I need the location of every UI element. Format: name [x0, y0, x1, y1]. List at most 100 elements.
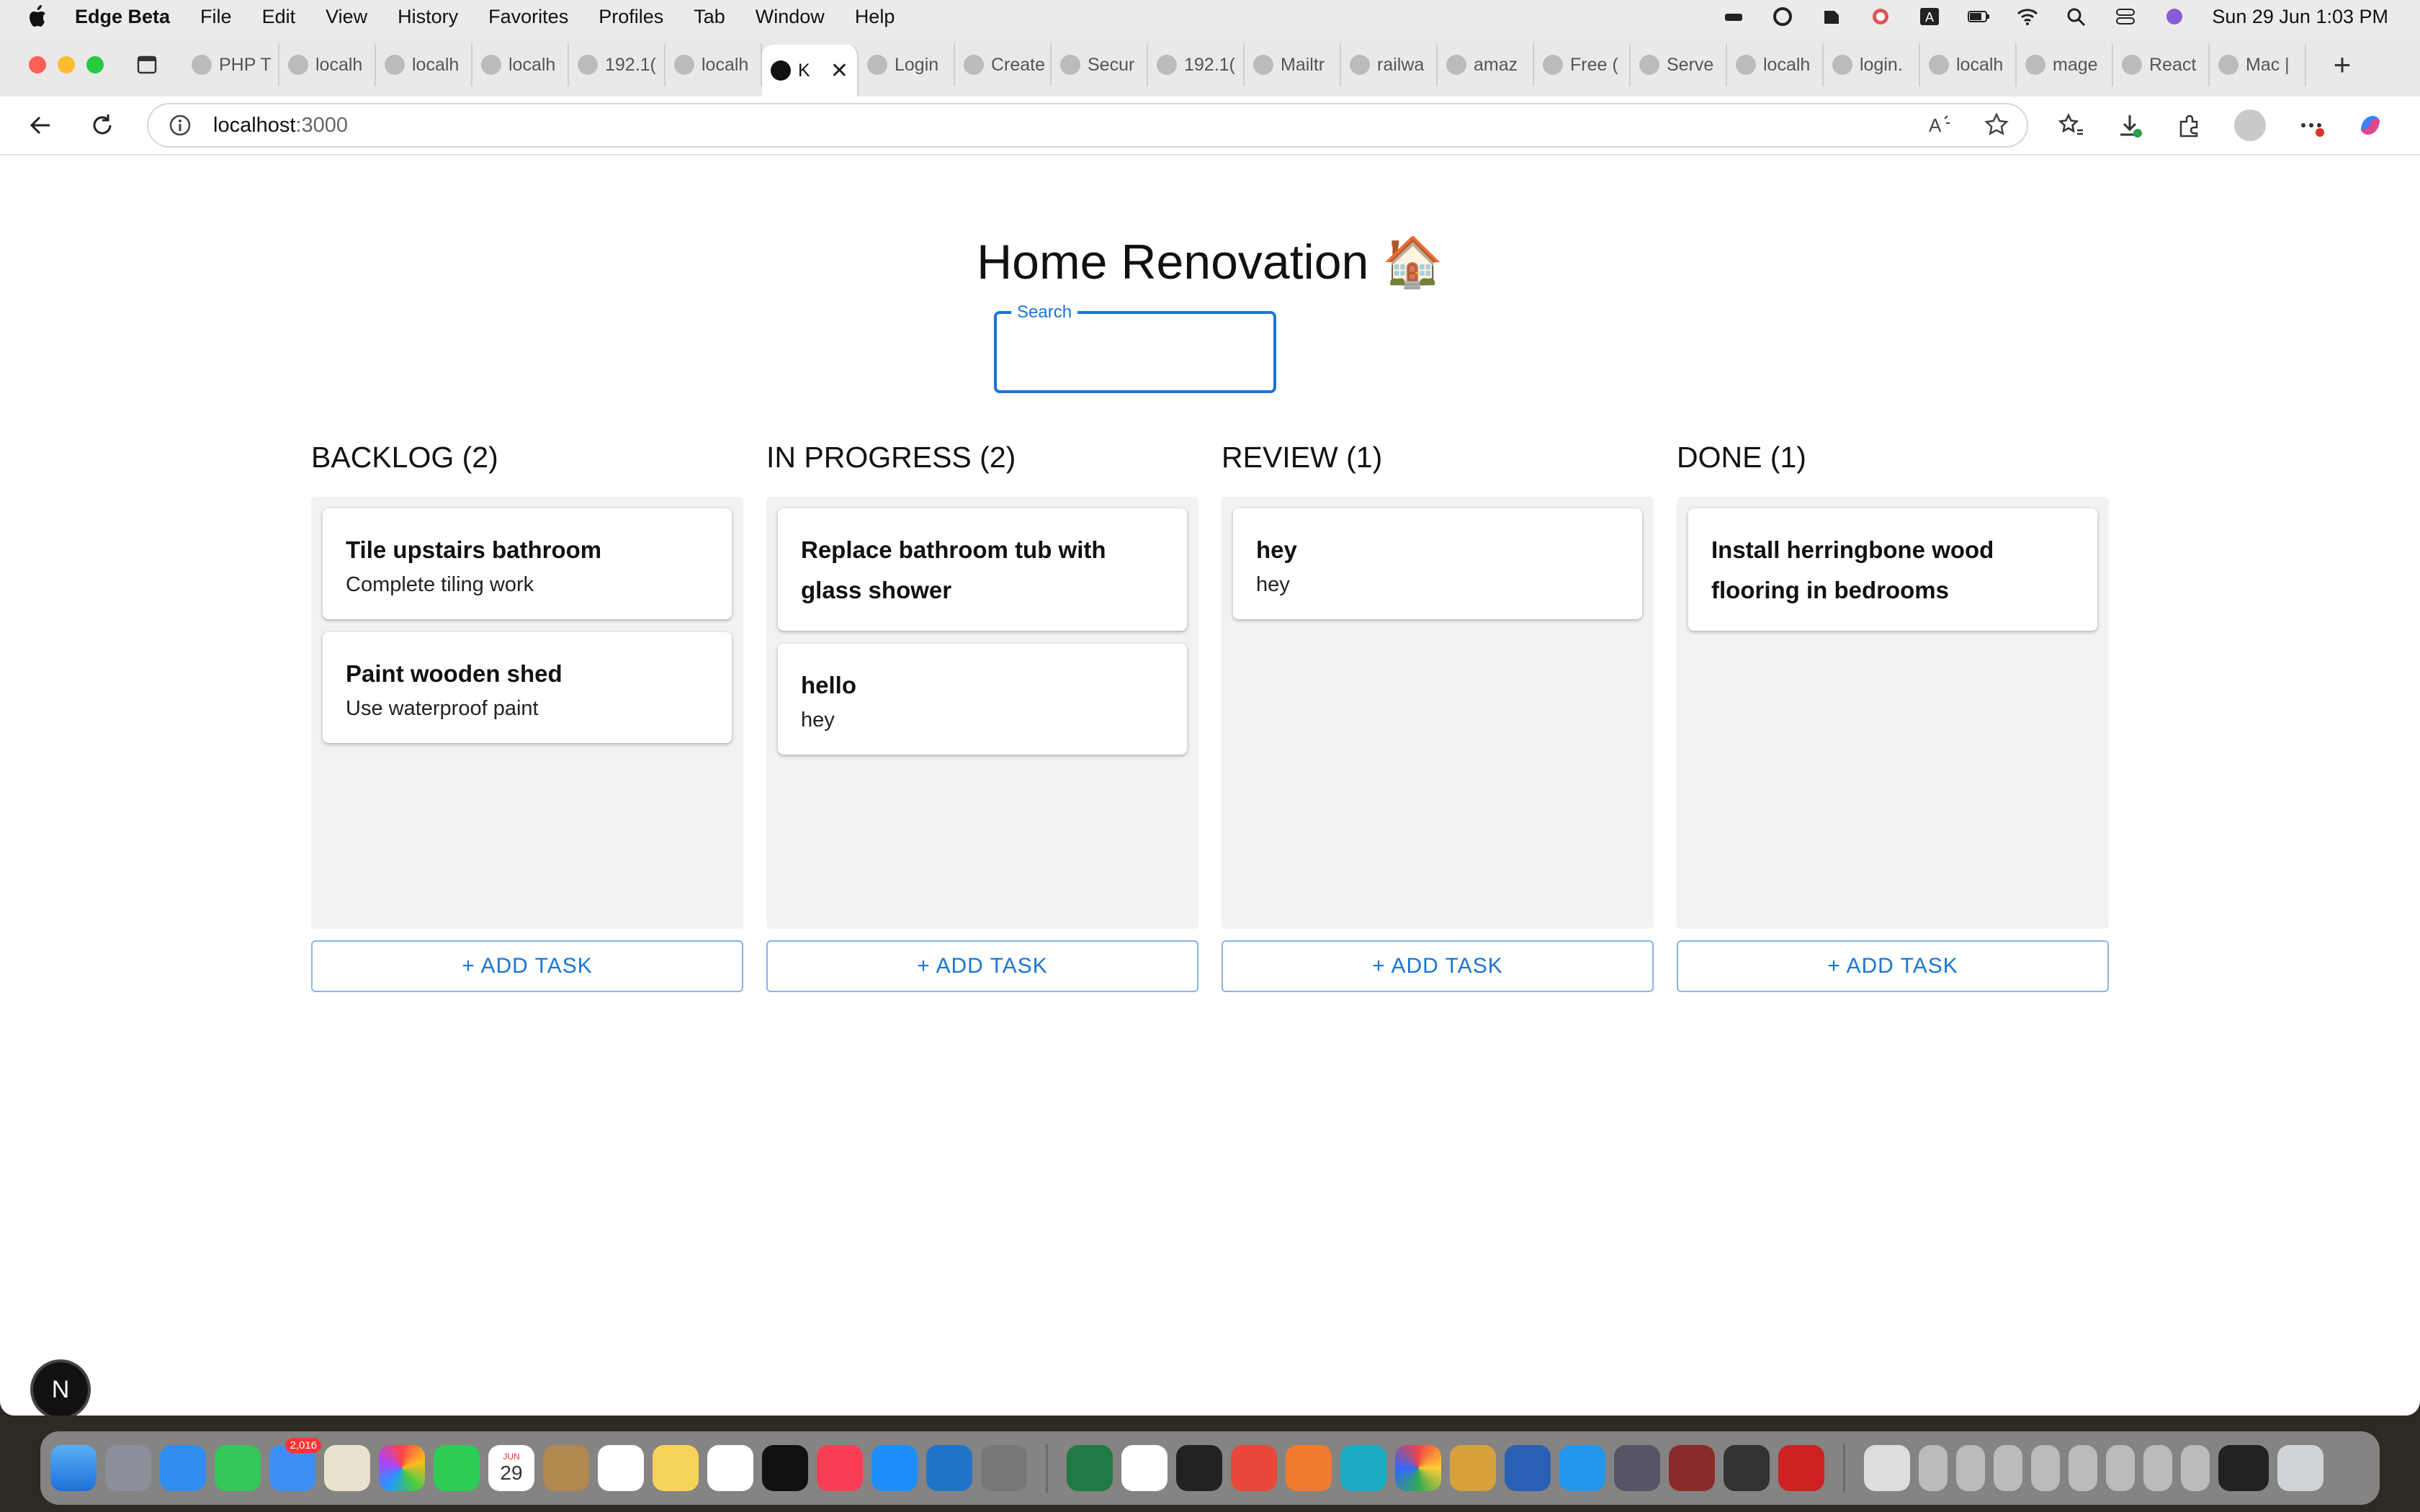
- calendar-icon[interactable]: JUN 29: [488, 1445, 534, 1491]
- tab[interactable]: Mac |: [2210, 43, 2306, 86]
- tab[interactable]: localh: [376, 43, 472, 86]
- close-tab-icon[interactable]: ✕: [830, 58, 848, 84]
- site-info-icon[interactable]: [169, 114, 192, 137]
- tab[interactable]: localh: [666, 43, 762, 86]
- column-drop-zone[interactable]: Install herringbone wood flooring in bed…: [1677, 497, 2109, 929]
- column-drop-zone[interactable]: Tile upstairs bathroom Complete tiling w…: [311, 497, 743, 929]
- search-field[interactable]: Search: [994, 302, 1276, 393]
- minimized-window-icon[interactable]: [2106, 1445, 2135, 1491]
- chrome-icon[interactable]: [1395, 1445, 1441, 1491]
- menu-window[interactable]: Window: [756, 6, 825, 28]
- menu-view[interactable]: View: [326, 6, 367, 28]
- maps-icon[interactable]: [324, 1445, 370, 1491]
- launchpad-icon[interactable]: [105, 1445, 151, 1491]
- menu-tab[interactable]: Tab: [694, 6, 725, 28]
- edge-beta-icon[interactable]: [1340, 1445, 1386, 1491]
- add-task-button[interactable]: + ADD TASK: [311, 940, 743, 992]
- photo-editor-icon[interactable]: [1450, 1445, 1496, 1491]
- tab-active[interactable]: K ✕: [762, 45, 859, 96]
- address-bar[interactable]: localhost:3000 A: [147, 103, 2028, 148]
- minimized-window-icon[interactable]: [2218, 1445, 2269, 1491]
- dictionary-icon[interactable]: [1669, 1445, 1715, 1491]
- mongodb-compass-icon[interactable]: [1121, 1445, 1168, 1491]
- tab[interactable]: PHP T: [183, 43, 279, 86]
- menu-profiles[interactable]: Profiles: [599, 6, 663, 28]
- close-window-button[interactable]: [29, 56, 46, 73]
- freeform-icon[interactable]: [707, 1445, 753, 1491]
- minimized-window-icon[interactable]: [1994, 1445, 2022, 1491]
- tab[interactable]: 192.1(: [1148, 43, 1245, 86]
- favorites-icon[interactable]: [2057, 112, 2084, 139]
- menu-history[interactable]: History: [398, 6, 458, 28]
- add-task-button[interactable]: + ADD TASK: [766, 940, 1198, 992]
- tab[interactable]: Serve: [1631, 43, 1727, 86]
- apple-tv-icon[interactable]: [762, 1445, 808, 1491]
- wifi-icon[interactable]: [2016, 6, 2039, 27]
- mail-icon[interactable]: 2,016: [269, 1438, 321, 1491]
- app-store-icon[interactable]: [871, 1445, 918, 1491]
- zoom-window-button[interactable]: [86, 56, 104, 73]
- acrobat-icon[interactable]: [1778, 1445, 1824, 1491]
- task-card[interactable]: Tile upstairs bathroom Complete tiling w…: [323, 508, 732, 619]
- minimized-window-icon[interactable]: [2143, 1445, 2172, 1491]
- tab[interactable]: 192.1(: [569, 43, 666, 86]
- finder-icon[interactable]: [50, 1445, 97, 1491]
- trash-icon[interactable]: [2277, 1445, 2323, 1491]
- spotlight-search-icon[interactable]: [2065, 6, 2088, 27]
- terminal-icon[interactable]: [1176, 1445, 1222, 1491]
- column-drop-zone[interactable]: hey hey: [1222, 497, 1654, 929]
- tab[interactable]: mage: [2017, 43, 2113, 86]
- task-card[interactable]: Replace bathroom tub with glass shower: [778, 508, 1187, 631]
- add-task-button[interactable]: + ADD TASK: [1677, 940, 2109, 992]
- creative-cloud-icon[interactable]: [1771, 6, 1794, 27]
- copilot-icon[interactable]: [2357, 112, 2384, 139]
- search-input[interactable]: [1011, 334, 1256, 374]
- new-tab-button[interactable]: +: [2328, 48, 2357, 82]
- tab[interactable]: Mailtr: [1245, 43, 1341, 86]
- tab[interactable]: localh: [1920, 43, 2017, 86]
- task-card[interactable]: Paint wooden shed Use waterproof paint: [323, 632, 732, 743]
- contacts-icon[interactable]: [543, 1445, 589, 1491]
- back-button[interactable]: [24, 109, 56, 141]
- photos-icon[interactable]: [379, 1445, 425, 1491]
- tab[interactable]: Free (: [1534, 43, 1631, 86]
- facetime-icon[interactable]: [434, 1445, 480, 1491]
- control-center-icon[interactable]: [2114, 6, 2137, 27]
- favorite-star-icon[interactable]: [1984, 112, 2009, 138]
- instruments-icon[interactable]: [1724, 1445, 1770, 1491]
- menu-favorites[interactable]: Favorites: [488, 6, 568, 28]
- reminders-icon[interactable]: [598, 1445, 644, 1491]
- git-client-icon[interactable]: [1231, 1445, 1277, 1491]
- minimized-window-icon[interactable]: [1919, 1445, 1948, 1491]
- preview-icon[interactable]: [1614, 1445, 1660, 1491]
- evernote-icon[interactable]: [1820, 6, 1843, 27]
- downloads-icon[interactable]: [2116, 112, 2143, 139]
- excel-icon[interactable]: [1067, 1445, 1113, 1491]
- menu-bar-clock[interactable]: Sun 29 Jun 1:03 PM: [2212, 6, 2388, 28]
- tab[interactable]: localh: [472, 43, 569, 86]
- add-task-button[interactable]: + ADD TASK: [1222, 940, 1654, 992]
- minimized-window-icon[interactable]: [2031, 1445, 2060, 1491]
- task-card[interactable]: Install herringbone wood flooring in bed…: [1688, 508, 2097, 631]
- task-card[interactable]: hey hey: [1233, 508, 1642, 619]
- notes-icon[interactable]: [653, 1445, 699, 1491]
- tab[interactable]: Login: [859, 43, 955, 86]
- colorful-app-icon[interactable]: [1869, 6, 1892, 27]
- tab[interactable]: Create: [955, 43, 1052, 86]
- menu-help[interactable]: Help: [855, 6, 895, 28]
- tab[interactable]: localh: [279, 43, 376, 86]
- profile-avatar[interactable]: [2234, 109, 2266, 141]
- more-menu-icon[interactable]: [2298, 112, 2325, 139]
- siri-icon[interactable]: [2163, 6, 2186, 27]
- tab[interactable]: railwa: [1341, 43, 1438, 86]
- extensions-icon[interactable]: [2175, 112, 2202, 139]
- keyboard-input-icon[interactable]: A: [1918, 6, 1941, 27]
- tab[interactable]: amaz: [1438, 43, 1534, 86]
- tab-actions-icon[interactable]: [133, 50, 161, 79]
- minimize-window-button[interactable]: [58, 56, 75, 73]
- printer-icon[interactable]: [1864, 1445, 1910, 1491]
- design-app-icon[interactable]: [1286, 1445, 1332, 1491]
- task-card[interactable]: hello hey: [778, 644, 1187, 755]
- battery-icon[interactable]: [1967, 6, 1990, 27]
- safari-icon[interactable]: [160, 1445, 206, 1491]
